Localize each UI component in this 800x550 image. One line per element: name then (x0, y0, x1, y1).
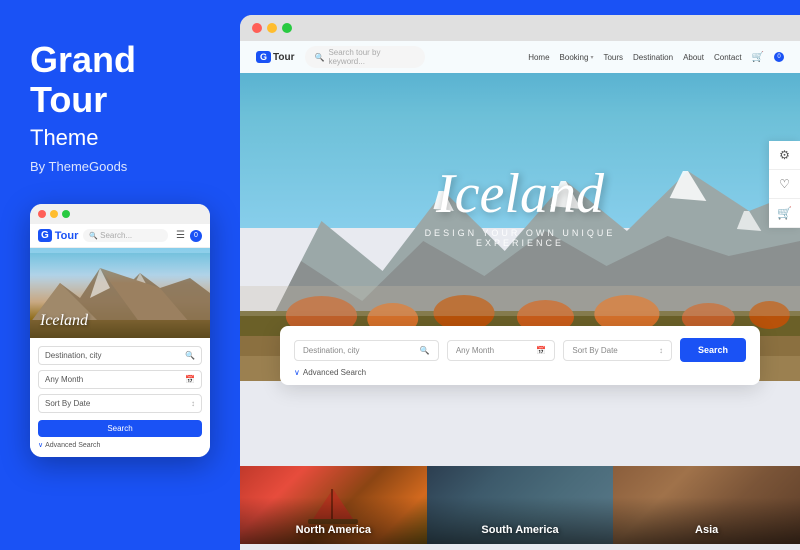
destination-card-north-america[interactable]: North America (240, 466, 427, 544)
browser-topbar (240, 15, 800, 41)
nav-link-destination[interactable]: Destination (633, 53, 673, 62)
destination-card-south-america[interactable]: South America (427, 466, 614, 544)
mockup-search-button[interactable]: Search (38, 420, 202, 437)
mockup-logo-text: Tour (55, 230, 79, 242)
destination-field[interactable]: Destination, city 🔍 (294, 340, 439, 361)
mockup-form: Destination, city 🔍 Any Month 📅 Sort By … (30, 338, 210, 457)
nav-link-home[interactable]: Home (528, 53, 549, 62)
brand-subtitle: Theme (30, 125, 210, 151)
sidebar-tools: ⚙ ♡ 🛒 (769, 141, 800, 228)
nav-link-about[interactable]: About (683, 53, 704, 62)
calendar-field-icon: 📅 (536, 346, 546, 355)
north-america-label: North America (296, 524, 371, 536)
search-form-row: Destination, city 🔍 Any Month 📅 Sort By … (294, 338, 746, 362)
mockup-cart-badge: 0 (190, 230, 202, 242)
mockup-hero: Iceland (30, 248, 210, 338)
mockup-dot-green (62, 210, 70, 218)
destination-card-asia[interactable]: Asia (613, 466, 800, 544)
sort-field-icon: ↕ (659, 346, 663, 355)
sort-text: Sort By Date (572, 346, 617, 355)
left-panel: Grand Tour Theme By ThemeGoods G Tour 🔍 … (0, 0, 240, 550)
nav-logo-g: G (256, 51, 271, 63)
browser-dot-yellow (267, 23, 277, 33)
asia-label: Asia (695, 524, 718, 536)
destination-cards: North America South America Asia (240, 466, 800, 544)
hero-subtitle: DESIGN YOUR OWN UNIQUE EXPERIENCE (380, 228, 660, 248)
nav-search-placeholder: Search tour by keyword... (328, 48, 414, 66)
mobile-mockup: G Tour 🔍 Search... ☰ 0 (30, 204, 210, 457)
nav-links: Home Booking ▾ Tours Destination About C… (528, 52, 784, 63)
nav-cart-badge: 0 (774, 52, 784, 62)
destination-text: Destination, city (303, 346, 359, 355)
sort-field[interactable]: Sort By Date ↕ (563, 340, 672, 361)
mockup-dot-red (38, 210, 46, 218)
mockup-search-text: Search... (100, 231, 132, 240)
website-nav: G Tour 🔍 Search tour by keyword... Home … (240, 41, 800, 73)
nav-link-tours[interactable]: Tours (603, 53, 623, 62)
south-america-overlay: South America (427, 466, 614, 544)
mockup-advanced-search[interactable]: ∨ Advanced Search (38, 441, 202, 449)
mockup-nav: G Tour 🔍 Search... ☰ 0 (30, 224, 210, 248)
website-content: G Tour 🔍 Search tour by keyword... Home … (240, 41, 800, 544)
nav-search-icon: 🔍 (315, 53, 325, 62)
nav-link-contact[interactable]: Contact (714, 53, 742, 62)
mockup-destination-input[interactable]: Destination, city 🔍 (38, 346, 202, 365)
chevron-down-icon: ∨ (38, 441, 43, 449)
search-button[interactable]: Search (680, 338, 746, 362)
hero-text-overlay: Iceland DESIGN YOUR OWN UNIQUE EXPERIENC… (380, 166, 660, 248)
browser-dot-green (282, 23, 292, 33)
hero-title: Iceland (380, 166, 660, 222)
settings-tool[interactable]: ⚙ (769, 141, 800, 170)
advanced-chevron-icon: ∨ (294, 368, 300, 377)
mockup-logo: G Tour (38, 229, 78, 242)
month-field[interactable]: Any Month 📅 (447, 340, 556, 361)
search-icon: 🔍 (89, 232, 98, 240)
mockup-search-bar[interactable]: 🔍 Search... (83, 229, 168, 242)
brand-title: Grand Tour (30, 40, 210, 119)
right-panel: G Tour 🔍 Search tour by keyword... Home … (240, 15, 800, 550)
cart-icon[interactable]: 🛒 (752, 52, 764, 63)
mockup-logo-g: G (38, 229, 52, 242)
brand-by: By ThemeGoods (30, 159, 210, 174)
mockup-sort-input[interactable]: Sort By Date ↕ (38, 394, 202, 413)
browser-dot-red (252, 23, 262, 33)
search-form: Destination, city 🔍 Any Month 📅 Sort By … (280, 326, 760, 385)
south-america-label: South America (481, 524, 558, 536)
mockup-dot-yellow (50, 210, 58, 218)
search-icon: 🔍 (185, 351, 195, 360)
wishlist-tool[interactable]: ♡ (769, 170, 800, 199)
asia-overlay: Asia (613, 466, 800, 544)
advanced-search-link[interactable]: ∨ Advanced Search (294, 368, 746, 377)
search-field-icon: 🔍 (420, 346, 430, 355)
cart-tool[interactable]: 🛒 (769, 199, 800, 228)
month-text: Any Month (456, 346, 494, 355)
mockup-month-input[interactable]: Any Month 📅 (38, 370, 202, 389)
north-america-overlay: North America (240, 466, 427, 544)
sort-icon: ↕ (191, 399, 195, 408)
calendar-icon: 📅 (185, 375, 195, 384)
nav-search-bar[interactable]: 🔍 Search tour by keyword... (305, 46, 425, 68)
mockup-hero-title: Iceland (40, 312, 88, 330)
nav-link-booking[interactable]: Booking ▾ (560, 53, 594, 62)
mockup-topbar (30, 204, 210, 224)
nav-logo-text: Tour (273, 52, 294, 63)
menu-icon: ☰ (176, 230, 185, 241)
nav-logo: G Tour (256, 51, 295, 63)
